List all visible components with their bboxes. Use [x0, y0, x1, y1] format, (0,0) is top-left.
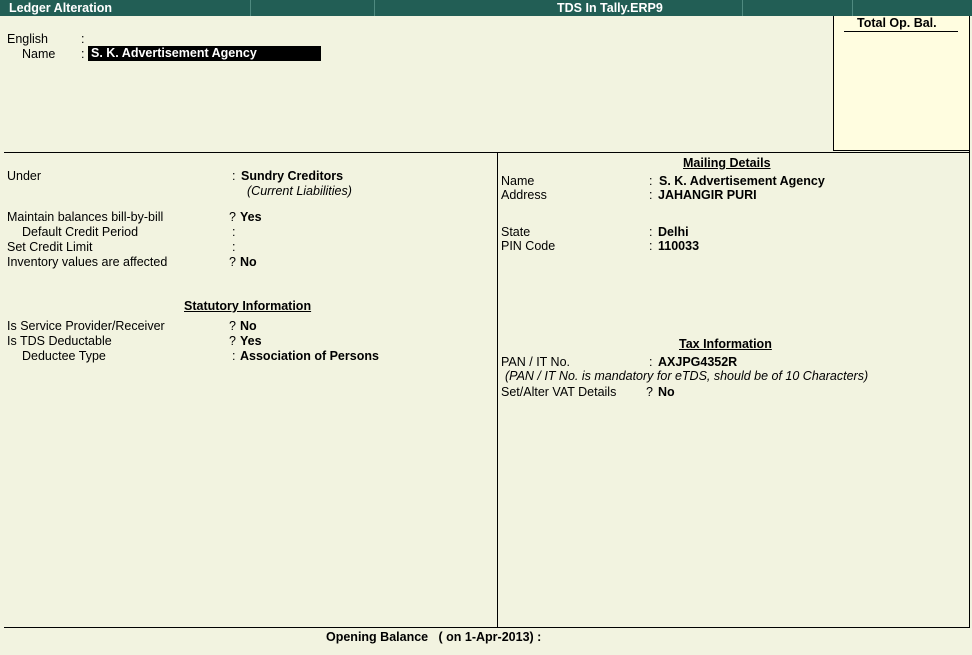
header-divider [4, 152, 970, 153]
service-value[interactable]: No [240, 319, 257, 333]
vat-value[interactable]: No [658, 385, 675, 399]
address-label: Address [501, 188, 547, 202]
right-border [969, 16, 970, 627]
under-group: (Current Liabilities) [247, 184, 352, 198]
title-separator [374, 0, 375, 16]
opening-balance-field[interactable]: Opening Balance ( on 1-Apr-2013) : [326, 630, 541, 644]
name-colon: : [81, 47, 85, 61]
credit-limit-label: Set Credit Limit [7, 240, 93, 254]
pin-colon: : [649, 239, 653, 253]
under-value[interactable]: Sundry Creditors [241, 169, 343, 183]
tds-label: Is TDS Deductable [7, 334, 112, 348]
english-label: English [7, 32, 48, 46]
pin-value[interactable]: 110033 [658, 239, 699, 253]
pan-note: (PAN / IT No. is mandatory for eTDS, sho… [505, 369, 869, 383]
tax-heading: Tax Information [679, 337, 772, 351]
under-colon: : [232, 169, 236, 183]
ledger-name-input[interactable]: S. K. Advertisement Agency [88, 46, 321, 61]
credit-period-label: Default Credit Period [22, 225, 139, 239]
column-divider [497, 152, 498, 627]
inventory-value[interactable]: No [240, 255, 257, 269]
bill-by-bill-q: ? [229, 210, 236, 224]
deductee-colon: : [232, 349, 236, 363]
service-label: Is Service Provider/Receiver [7, 319, 165, 333]
inventory-q: ? [229, 255, 236, 269]
tds-value[interactable]: Yes [240, 334, 262, 348]
credit-limit-colon[interactable]: : [232, 240, 235, 254]
mailing-name-label: Name [501, 174, 535, 188]
window-title: Ledger Alteration [9, 1, 113, 15]
pan-value[interactable]: AXJPG4352R [658, 355, 737, 369]
footer-divider [4, 627, 970, 628]
mailing-heading: Mailing Details [683, 156, 771, 170]
pan-colon: : [649, 355, 653, 369]
ledger-name-value: S. K. Advertisement Agency [91, 46, 257, 60]
total-op-bal-label: Total Op. Bal. [857, 16, 937, 30]
under-label: Under [7, 169, 42, 183]
bill-by-bill-value[interactable]: Yes [240, 210, 262, 224]
title-separator [852, 0, 853, 16]
deductee-label: Deductee Type [22, 349, 106, 363]
tds-q: ? [229, 334, 236, 348]
pin-label: PIN Code [501, 239, 556, 253]
state-value[interactable]: Delhi [658, 225, 689, 239]
title-separator [742, 0, 743, 16]
mailing-name-value[interactable]: S. K. Advertisement Agency [659, 174, 825, 188]
state-colon: : [649, 225, 653, 239]
vat-q: ? [646, 385, 653, 399]
credit-period-colon[interactable]: : [232, 225, 235, 239]
statutory-heading: Statutory Information [184, 299, 312, 313]
title-bar: Ledger Alteration TDS In Tally.ERP9 [0, 0, 972, 16]
service-q: ? [229, 319, 236, 333]
name-label: Name [22, 47, 56, 61]
total-op-bal-underline [844, 31, 958, 32]
vat-label: Set/Alter VAT Details [501, 385, 617, 399]
pan-label: PAN / IT No. [501, 355, 571, 369]
total-op-bal-panel: Total Op. Bal. [833, 16, 969, 151]
title-separator [250, 0, 251, 16]
state-label: State [501, 225, 531, 239]
deductee-value[interactable]: Association of Persons [240, 349, 379, 363]
address-colon: : [649, 188, 653, 202]
address-value[interactable]: JAHANGIR PURI [658, 188, 757, 202]
english-colon: : [81, 32, 85, 46]
mailing-name-colon: : [649, 174, 653, 188]
company-title: TDS In Tally.ERP9 [557, 1, 663, 15]
bill-by-bill-label: Maintain balances bill-by-bill [7, 210, 164, 224]
inventory-label: Inventory values are affected [7, 255, 168, 269]
